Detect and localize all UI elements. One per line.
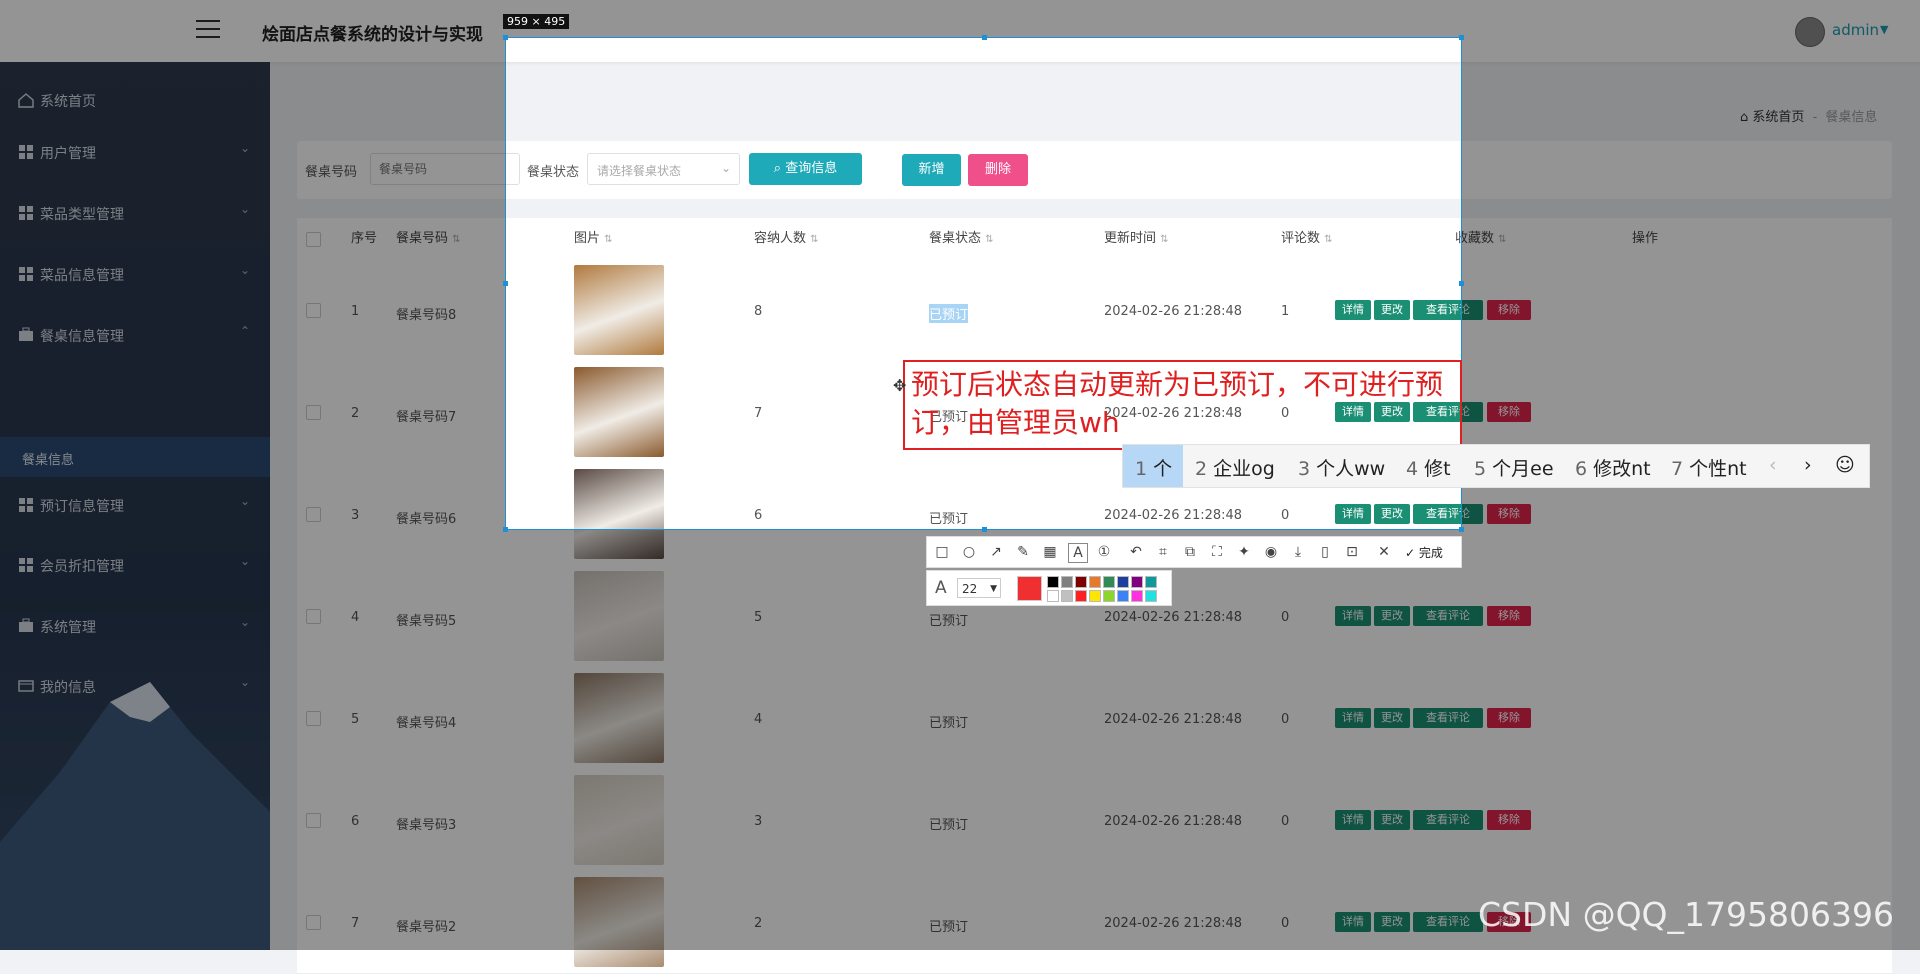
ime-candidate[interactable]: 4 修t — [1406, 454, 1451, 481]
move-cursor-icon: ✥ — [893, 376, 907, 395]
current-color-swatch[interactable] — [1017, 576, 1042, 601]
ocr-icon[interactable]: ⌗ — [1154, 543, 1172, 561]
dim-overlay — [1462, 37, 1920, 950]
capture-toolbar: □ ○ ↗ ✎ ▦ A ① ↶ ⌗ ⧉ ⛶ ✦ ◉ ⤓ ▯ ⊡ ✕ ✓ 完成 — [926, 536, 1462, 568]
ime-candidate-bar: 1 个 2 企业og 3 个人ww 4 修t 5 个月ee 6 修改nt 7 个… — [1122, 444, 1870, 488]
color-swatch[interactable] — [1075, 590, 1087, 602]
color-swatch[interactable] — [1117, 576, 1129, 588]
watermark: CSDN @QQ_1795806396 — [1478, 895, 1894, 934]
text-annotation[interactable]: 预订后状态自动更新为已预订，不可进行预订，由管理员wh — [903, 360, 1462, 450]
resize-handle[interactable] — [503, 527, 508, 532]
chevron-right-icon[interactable]: › — [1804, 454, 1812, 476]
resize-handle[interactable] — [982, 527, 987, 532]
translate-icon[interactable]: ⧉ — [1181, 543, 1199, 561]
font-size-select[interactable]: 22 ▼ — [957, 578, 1001, 598]
arrow-icon[interactable]: ↗ — [987, 543, 1005, 561]
color-swatch[interactable] — [1131, 576, 1143, 588]
chevron-left-icon[interactable]: ‹ — [1769, 454, 1777, 476]
font-size-icon: A — [935, 578, 947, 598]
text-tool-icon[interactable]: A — [1068, 543, 1088, 563]
close-icon[interactable]: ✕ — [1375, 543, 1393, 561]
bookmark-icon[interactable]: ⊡ — [1343, 543, 1361, 561]
resize-handle[interactable] — [1459, 281, 1464, 286]
ellipse-icon[interactable]: ○ — [960, 543, 978, 561]
pen-icon[interactable]: ✎ — [1014, 543, 1032, 561]
resize-handle[interactable] — [503, 35, 508, 40]
caret-down-icon: ▼ — [990, 584, 997, 594]
mosaic-icon[interactable]: ▦ — [1041, 543, 1059, 561]
ime-candidate[interactable]: 2 企业og — [1195, 454, 1275, 481]
color-swatch[interactable] — [1089, 576, 1101, 588]
phone-icon[interactable]: ▯ — [1316, 543, 1334, 561]
done-label: 完成 — [1418, 546, 1443, 560]
dim-overlay — [0, 0, 1920, 37]
resize-handle[interactable] — [1459, 35, 1464, 40]
color-swatch[interactable] — [1047, 590, 1059, 602]
font-size-value: 22 — [962, 582, 978, 596]
color-swatch[interactable] — [1089, 590, 1101, 602]
ime-candidate[interactable]: 5 个月ee — [1474, 454, 1554, 481]
ime-candidate[interactable]: 7 个性nt — [1671, 454, 1747, 481]
long-capture-icon[interactable]: ⛶ — [1208, 543, 1226, 561]
ime-candidate[interactable]: 3 个人ww — [1298, 454, 1385, 481]
pin-icon[interactable]: ✦ — [1235, 543, 1253, 561]
color-swatch[interactable] — [1145, 590, 1157, 602]
dim-overlay — [0, 37, 505, 950]
done-button[interactable]: ✓ 完成 — [1405, 544, 1443, 561]
resize-handle[interactable] — [503, 281, 508, 286]
color-swatch[interactable] — [1103, 590, 1115, 602]
color-swatch[interactable] — [1061, 590, 1073, 602]
color-swatch[interactable] — [1103, 576, 1115, 588]
color-swatch[interactable] — [1145, 576, 1157, 588]
selection-size-label: 959 × 495 — [503, 14, 570, 29]
resize-handle[interactable] — [1459, 527, 1464, 532]
resize-handle[interactable] — [982, 35, 987, 40]
record-icon[interactable]: ◉ — [1262, 543, 1280, 561]
ime-candidate[interactable]: 1 个 — [1135, 454, 1172, 481]
color-swatch[interactable] — [1061, 576, 1073, 588]
rectangle-icon[interactable]: □ — [933, 543, 951, 561]
number-marker-icon[interactable]: ① — [1095, 543, 1113, 561]
color-swatch[interactable] — [1117, 590, 1129, 602]
text-style-panel: A 22 ▼ — [926, 570, 1172, 606]
ime-candidate[interactable]: 6 修改nt — [1575, 454, 1651, 481]
emoji-icon[interactable]: ☺ — [1835, 454, 1855, 476]
color-swatch[interactable] — [1131, 590, 1143, 602]
download-icon[interactable]: ⤓ — [1289, 543, 1307, 561]
color-swatch[interactable] — [1075, 576, 1087, 588]
undo-icon[interactable]: ↶ — [1127, 543, 1145, 561]
color-swatch[interactable] — [1047, 576, 1059, 588]
